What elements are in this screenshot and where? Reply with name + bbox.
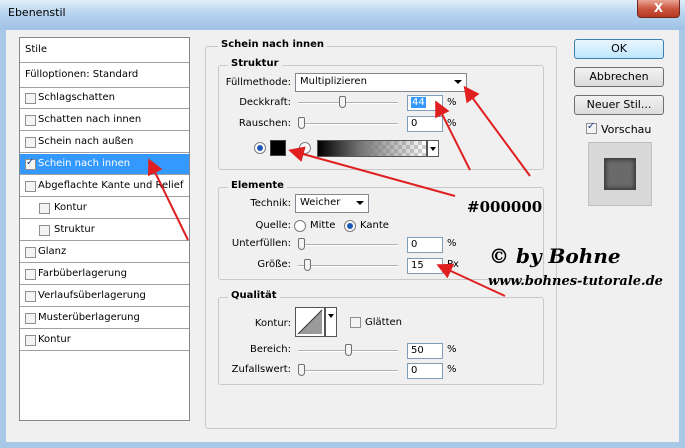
arrow-to-blend-mode [463, 85, 531, 177]
arrow-to-size [436, 263, 506, 297]
arrow-to-opacity [435, 100, 471, 171]
arrow-to-inner-glow [148, 158, 189, 241]
arrow-to-color [288, 146, 456, 197]
annotation-arrows [148, 85, 531, 297]
